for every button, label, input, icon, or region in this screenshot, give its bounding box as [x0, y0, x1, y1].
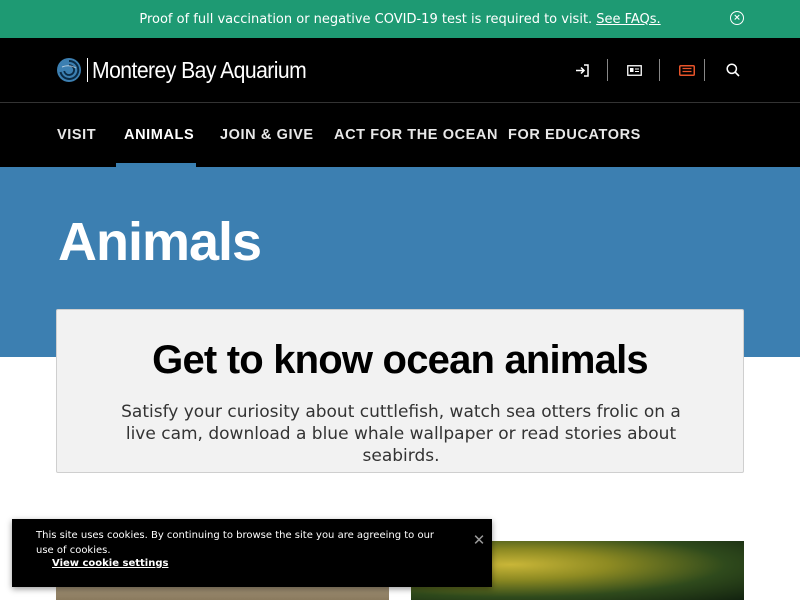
main-nav: VISIT ANIMALS JOIN & GIVE ACT FOR THE OC…: [0, 103, 800, 167]
nav-item-animals[interactable]: ANIMALS: [124, 103, 194, 167]
logo-spiral-icon: [57, 58, 81, 82]
logo-divider: [87, 58, 88, 82]
page-title: Animals: [58, 212, 262, 272]
ticket-icon[interactable]: [678, 59, 695, 81]
alert-faq-link[interactable]: See FAQs.: [596, 12, 660, 27]
cookie-text: This site uses cookies. By continuing to…: [36, 530, 435, 556]
header-divider: [607, 59, 608, 81]
membership-card-icon[interactable]: [626, 59, 642, 81]
site-header: Monterey Bay Aquarium: [0, 38, 800, 103]
search-icon[interactable]: [725, 59, 741, 81]
intro-card: Get to know ocean animals Satisfy your c…: [56, 309, 744, 473]
header-divider: [659, 59, 660, 81]
alert-text: Proof of full vaccination or negative CO…: [139, 11, 593, 27]
cookie-notice: This site uses cookies. By continuing to…: [12, 519, 492, 587]
vaccination-alert-banner: Proof of full vaccination or negative CO…: [0, 0, 800, 38]
intro-description: Satisfy your curiosity about cuttlefish,…: [121, 402, 681, 466]
header-divider: [704, 59, 705, 81]
site-logo[interactable]: Monterey Bay Aquarium: [56, 56, 325, 84]
nav-item-visit[interactable]: VISIT: [57, 103, 96, 167]
nav-item-for-educators[interactable]: FOR EDUCATORS: [508, 103, 641, 167]
close-circle-icon[interactable]: ×: [730, 11, 744, 25]
nav-item-act-for-the-ocean[interactable]: ACT FOR THE OCEAN: [334, 103, 498, 167]
close-icon[interactable]: ✕: [472, 533, 486, 548]
intro-heading: Get to know ocean animals: [152, 338, 648, 382]
sign-in-icon[interactable]: [574, 59, 590, 81]
nav-item-join-give[interactable]: JOIN & GIVE: [220, 103, 314, 167]
logo-text: Monterey Bay Aquarium: [92, 56, 307, 83]
cookie-settings-link[interactable]: View cookie settings: [52, 558, 168, 569]
